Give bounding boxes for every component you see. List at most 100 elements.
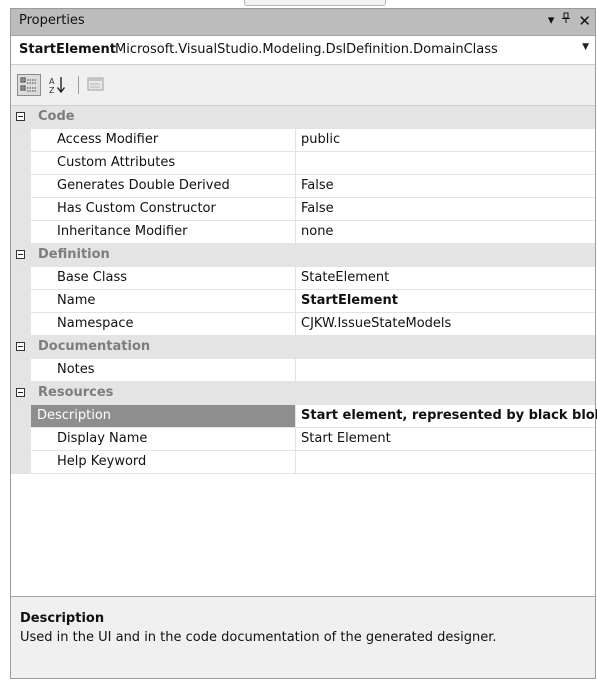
row-gutter <box>11 405 31 428</box>
row-gutter <box>11 198 31 221</box>
object-type: Microsoft.VisualStudio.Modeling.DslDefin… <box>115 42 498 57</box>
toolbar: A Z <box>11 65 595 106</box>
object-selector[interactable]: StartElement Microsoft.VisualStudio.Mode… <box>11 36 595 65</box>
row-gutter <box>11 451 31 474</box>
window-controls: ▾ ✕ <box>548 12 591 30</box>
property-pages-button[interactable] <box>85 74 109 96</box>
property-row[interactable]: Base Class StateElement <box>11 267 595 290</box>
window-position-dropdown-icon[interactable]: ▾ <box>548 12 555 30</box>
property-value[interactable]: CJKW.IssueStateModels <box>301 316 451 331</box>
property-value[interactable]: False <box>301 201 334 216</box>
category-label: Resources <box>38 385 114 400</box>
property-name-cell[interactable]: Name <box>31 290 295 312</box>
property-name-cell[interactable]: Description <box>31 405 295 427</box>
property-name: Base Class <box>57 270 127 285</box>
column-divider[interactable] <box>295 405 296 427</box>
category-row-definition[interactable]: Definition <box>11 244 595 267</box>
category-label: Code <box>38 109 75 124</box>
row-gutter <box>11 152 31 175</box>
property-name: Notes <box>57 362 95 377</box>
row-gutter <box>11 290 31 313</box>
categorized-button[interactable] <box>17 74 41 96</box>
column-divider[interactable] <box>295 129 296 151</box>
property-name-cell[interactable]: Help Keyword <box>31 451 295 473</box>
column-divider[interactable] <box>295 313 296 335</box>
column-divider[interactable] <box>295 451 296 473</box>
property-row[interactable]: Description Start element, represented by… <box>11 405 597 428</box>
row-gutter <box>11 175 31 198</box>
property-value[interactable]: StateElement <box>301 270 389 285</box>
property-value[interactable]: False <box>301 178 334 193</box>
property-name: Namespace <box>57 316 134 331</box>
object-name: StartElement <box>19 42 116 57</box>
document-tab-edge <box>244 0 386 6</box>
properties-window: Properties ▾ ✕ StartElement Microsoft.Vi… <box>10 8 597 679</box>
title-bar[interactable]: Properties ▾ ✕ <box>11 9 595 36</box>
svg-text:Z: Z <box>49 86 55 95</box>
property-value[interactable]: Start Element <box>301 431 391 446</box>
auto-hide-pin-icon[interactable] <box>561 12 571 30</box>
property-row[interactable]: Has Custom Constructor False <box>11 198 595 221</box>
property-name-cell[interactable]: Base Class <box>31 267 295 289</box>
property-row[interactable]: Access Modifier public <box>11 129 595 152</box>
collapse-icon[interactable] <box>16 388 25 397</box>
category-label: Documentation <box>38 339 151 354</box>
property-row[interactable]: Display Name Start Element <box>11 428 595 451</box>
property-value[interactable]: none <box>301 224 333 239</box>
close-icon[interactable]: ✕ <box>578 12 591 30</box>
column-divider[interactable] <box>295 428 296 450</box>
category-row-documentation[interactable]: Documentation <box>11 336 595 359</box>
row-gutter <box>11 129 31 152</box>
property-name-cell[interactable]: Access Modifier <box>31 129 295 151</box>
property-name: Has Custom Constructor <box>57 201 216 216</box>
column-divider[interactable] <box>295 152 296 174</box>
property-name: Generates Double Derived <box>57 178 230 193</box>
column-divider[interactable] <box>295 221 296 243</box>
property-name-cell[interactable]: Inheritance Modifier <box>31 221 295 243</box>
description-pane: Description Used in the UI and in the co… <box>11 597 595 678</box>
property-value[interactable]: Start element, represented by black blob <box>301 408 597 423</box>
column-divider[interactable] <box>295 198 296 220</box>
property-name: Inheritance Modifier <box>57 224 188 239</box>
column-divider[interactable] <box>295 290 296 312</box>
property-name-cell[interactable]: Generates Double Derived <box>31 175 295 197</box>
column-divider[interactable] <box>295 175 296 197</box>
description-text: Used in the UI and in the code documenta… <box>20 630 497 645</box>
category-row-code[interactable]: Code <box>11 106 595 129</box>
row-gutter <box>11 359 31 382</box>
property-row[interactable]: Namespace CJKW.IssueStateModels <box>11 313 595 336</box>
property-value[interactable]: StartElement <box>301 293 398 308</box>
property-name-cell[interactable]: Custom Attributes <box>31 152 295 174</box>
property-name: Help Keyword <box>57 454 147 469</box>
description-title: Description <box>20 611 105 626</box>
alphabetical-icon: A Z <box>49 77 66 95</box>
property-row[interactable]: Name StartElement <box>11 290 595 313</box>
window-title: Properties <box>19 13 85 28</box>
alphabetical-button[interactable]: A Z <box>46 74 70 96</box>
category-label: Definition <box>38 247 110 262</box>
property-name: Access Modifier <box>57 132 159 147</box>
property-pages-icon <box>87 77 104 91</box>
category-row-resources[interactable]: Resources <box>11 382 595 405</box>
property-name: Custom Attributes <box>57 155 176 170</box>
property-name-cell[interactable]: Has Custom Constructor <box>31 198 295 220</box>
row-gutter <box>11 221 31 244</box>
property-name: Description <box>37 408 112 423</box>
property-row[interactable]: Notes <box>11 359 595 382</box>
property-row[interactable]: Custom Attributes <box>11 152 595 175</box>
property-value[interactable]: public <box>301 132 340 147</box>
collapse-icon[interactable] <box>16 250 25 259</box>
chevron-down-icon[interactable]: ▼ <box>582 42 589 52</box>
collapse-icon[interactable] <box>16 342 25 351</box>
property-name-cell[interactable]: Notes <box>31 359 295 381</box>
column-divider[interactable] <box>295 359 296 381</box>
column-divider[interactable] <box>295 267 296 289</box>
property-row[interactable]: Generates Double Derived False <box>11 175 595 198</box>
property-row[interactable]: Inheritance Modifier none <box>11 221 595 244</box>
collapse-icon[interactable] <box>16 112 25 121</box>
property-row[interactable]: Help Keyword <box>11 451 595 474</box>
svg-text:A: A <box>49 77 55 86</box>
property-name: Display Name <box>57 431 148 446</box>
property-name-cell[interactable]: Namespace <box>31 313 295 335</box>
property-name-cell[interactable]: Display Name <box>31 428 295 450</box>
